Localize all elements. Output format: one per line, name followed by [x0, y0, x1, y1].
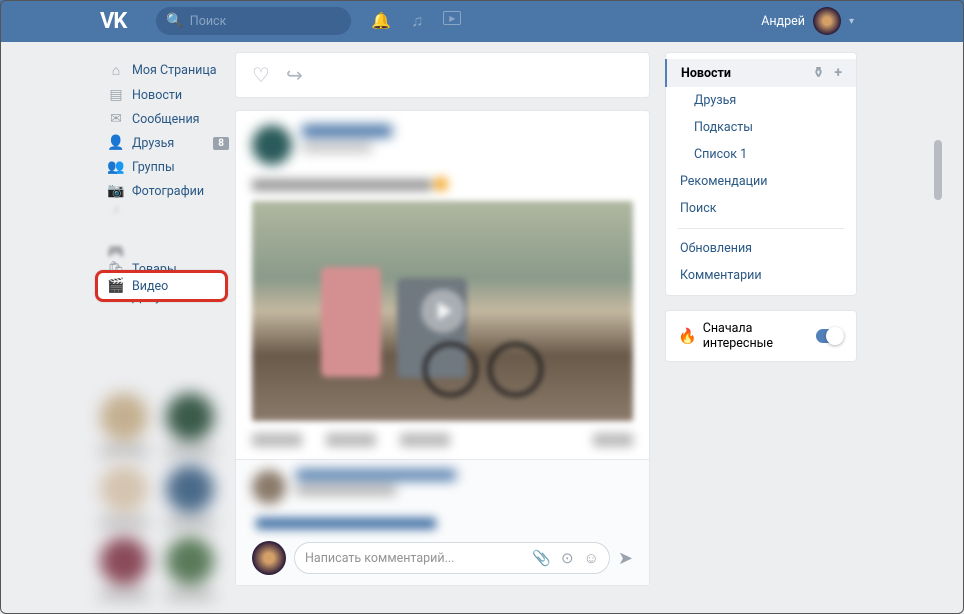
- prev-post-actions: ♡ ↪: [235, 52, 650, 98]
- sidebar-item-label: Фотографии: [132, 184, 204, 199]
- main-feed: ♡ ↪: [235, 52, 650, 609]
- left-sidebar: ⌂ Моя Страница ▤ Новости ✉ Сообщения 👤 Друзь…: [100, 52, 235, 609]
- sidebar-item-groups[interactable]: 👥 Группы: [100, 155, 235, 179]
- photo-icon[interactable]: ⊙: [561, 549, 574, 567]
- video-play-icon[interactable]: ▶: [443, 11, 461, 25]
- menu-item-label: Рекомендации: [680, 174, 767, 189]
- toggle-switch[interactable]: [816, 329, 844, 343]
- comment-item: [252, 470, 633, 504]
- comment-avatar[interactable]: [252, 470, 286, 504]
- menu-item-label: Поиск: [680, 201, 717, 216]
- sidebar-friends-grid: [100, 393, 235, 599]
- interesting-first-toggle[interactable]: 🔥 Сначала интересные: [665, 310, 857, 362]
- filter-icon[interactable]: ⚱: [813, 65, 825, 81]
- search-box[interactable]: 🔍: [156, 7, 351, 35]
- emoji-picker-icon[interactable]: ☺: [584, 549, 599, 567]
- search-icon: 🔍: [166, 13, 183, 29]
- share-icon[interactable]: ↪: [286, 63, 303, 87]
- music-icon[interactable]: ♫: [411, 11, 423, 31]
- my-avatar: [252, 541, 286, 575]
- video-icon: 🎬: [106, 278, 126, 294]
- sidebar-item-music-cut[interactable]: ♪: [100, 203, 235, 213]
- attach-icon[interactable]: 📎: [532, 549, 551, 567]
- toggle-label: Сначала интересные: [703, 321, 817, 351]
- news-filter-menu: Новости ⚱ + Друзья Подкасты Список 1 Реко…: [665, 52, 857, 296]
- post-text: [252, 179, 432, 191]
- sidebar-item-label: Моя Страница: [132, 63, 217, 78]
- avatar-icon: [813, 7, 841, 35]
- comment-text: [296, 486, 396, 494]
- menu-item-comments[interactable]: Комментарии: [666, 262, 856, 289]
- send-icon[interactable]: ➤: [618, 548, 633, 569]
- sidebar-item-label: Группы: [132, 160, 175, 175]
- author-name[interactable]: [302, 125, 392, 137]
- post-header: [252, 125, 633, 165]
- post-video-thumb[interactable]: [252, 201, 633, 421]
- username-label: Андрей: [761, 14, 805, 29]
- home-icon: ⌂: [106, 62, 126, 79]
- post-action-bar: [252, 433, 633, 447]
- like-icon[interactable]: ♡: [252, 63, 270, 87]
- sidebar-item-mypage[interactable]: ⌂ Моя Страница: [100, 58, 235, 83]
- sidebar-item-games-cut[interactable]: 🎮: [100, 247, 235, 257]
- notifications-icon[interactable]: 🔔: [371, 11, 391, 31]
- sidebar-item-label: Сообщения: [132, 112, 200, 127]
- menu-item-news[interactable]: Новости ⚱ +: [665, 59, 856, 87]
- menu-item-label: Комментарии: [680, 268, 762, 283]
- comment-button[interactable]: [326, 433, 376, 447]
- like-button[interactable]: [252, 433, 302, 447]
- menu-item-friends[interactable]: Друзья: [666, 87, 856, 114]
- menu-item-search[interactable]: Поиск: [666, 195, 856, 222]
- sidebar-item-friends[interactable]: 👤 Друзья 8: [100, 131, 235, 155]
- emoji-icon: [434, 177, 448, 191]
- music-icon: ♪: [106, 200, 126, 217]
- sidebar-item-label: Друзья: [132, 136, 174, 151]
- menu-item-list1[interactable]: Список 1: [666, 141, 856, 168]
- sidebar-item-label: Видео: [132, 279, 168, 294]
- plus-icon[interactable]: +: [834, 65, 842, 81]
- comment-box[interactable]: 📎 ⊙ ☺: [294, 542, 610, 574]
- scrollbar[interactable]: [934, 140, 942, 200]
- menu-item-updates[interactable]: Обновления: [666, 235, 856, 262]
- menu-item-podcasts[interactable]: Подкасты: [666, 114, 856, 141]
- author-avatar[interactable]: [252, 125, 292, 165]
- menu-item-label: Список 1: [694, 147, 747, 162]
- post-timestamp: [302, 143, 372, 152]
- chevron-down-icon: ▾: [849, 16, 854, 27]
- search-input[interactable]: [190, 14, 349, 29]
- news-icon: ▤: [106, 87, 126, 103]
- friends-badge: 8: [213, 137, 229, 150]
- comment-input-row: 📎 ⊙ ☺ ➤: [252, 541, 633, 575]
- menu-item-label: Новости: [681, 66, 731, 81]
- menu-separator: [678, 228, 844, 229]
- menu-item-reco[interactable]: Рекомендации: [666, 168, 856, 195]
- menu-item-label: Друзья: [694, 93, 736, 108]
- top-header: VK 🔍 🔔 ♫ ▶ Андрей ▾: [0, 0, 964, 42]
- sidebar-item-messages[interactable]: ✉ Сообщения: [100, 107, 235, 131]
- fire-icon: 🔥: [678, 327, 697, 345]
- share-button[interactable]: [400, 433, 450, 447]
- groups-icon: 👥: [106, 159, 126, 175]
- menu-item-label: Подкасты: [694, 120, 753, 135]
- comment-author[interactable]: [296, 470, 456, 480]
- header-icons: 🔔 ♫ ▶: [371, 11, 461, 31]
- play-icon[interactable]: [421, 289, 465, 333]
- right-column: Новости ⚱ + Друзья Подкасты Список 1 Реко…: [665, 52, 857, 609]
- menu-item-label: Обновления: [680, 241, 752, 256]
- camera-icon: 📷: [106, 183, 126, 199]
- show-more-comments[interactable]: [256, 518, 436, 529]
- message-icon: ✉: [106, 111, 126, 127]
- comments-section: 📎 ⊙ ☺ ➤: [236, 459, 649, 585]
- feed-post: 📎 ⊙ ☺ ➤: [235, 110, 650, 586]
- comment-input[interactable]: [305, 551, 532, 566]
- sidebar-item-video-highlight[interactable]: 🎬 Видео: [95, 270, 228, 302]
- friends-icon: 👤: [106, 135, 126, 151]
- profile-menu[interactable]: Андрей ▾: [761, 7, 854, 35]
- sidebar-item-label: Новости: [132, 88, 182, 103]
- views-count: [593, 433, 633, 447]
- sidebar-item-news[interactable]: ▤ Новости: [100, 83, 235, 107]
- vk-logo[interactable]: VK: [100, 9, 126, 34]
